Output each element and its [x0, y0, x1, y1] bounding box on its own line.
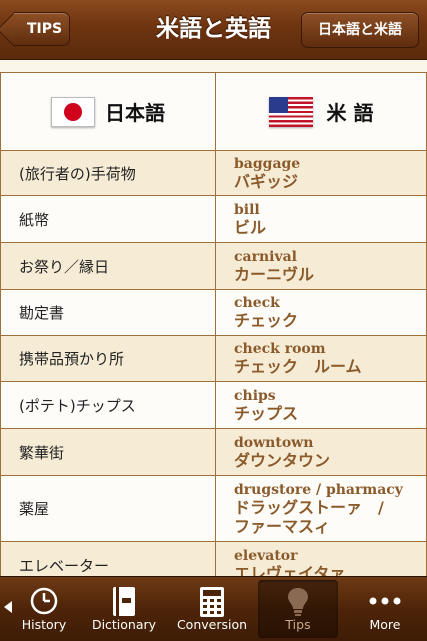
glossary-scroll-view[interactable]: 日本語 米 語 (旅行者の)手荷物 baggage バギッジ 紙幣 bill ビ…: [0, 60, 427, 580]
japanese-term: 紙幣: [0, 195, 216, 243]
back-button[interactable]: TIPS: [14, 12, 70, 46]
japanese-term: エレベーター: [0, 541, 216, 580]
katakana-reading: ビル: [234, 217, 267, 237]
tab-label: Tips: [285, 617, 311, 632]
book-icon: [113, 587, 135, 616]
table-row[interactable]: 勘定書 check チェック: [0, 289, 427, 336]
table-header-row: 日本語 米 語: [0, 72, 427, 151]
english-word: elevator: [234, 548, 298, 564]
tab-label: More: [369, 617, 401, 632]
english-word: drugstore / pharmacy: [234, 481, 403, 498]
header-american-label: 米 語: [326, 101, 374, 125]
american-term-cell: check room チェック ルーム: [215, 335, 427, 382]
american-term-cell: carnival カーニヴル: [215, 242, 427, 290]
english-word: downtown: [234, 434, 314, 451]
tab-conversion[interactable]: Conversion: [172, 580, 252, 638]
japanese-term: (ポテト)チップス: [0, 381, 216, 429]
glossary-table: 日本語 米 語 (旅行者の)手荷物 baggage バギッジ 紙幣 bill ビ…: [0, 72, 427, 580]
american-term-cell: elevator エレヴェイタァ: [215, 541, 427, 580]
usa-flag-icon: [268, 96, 313, 127]
clock-icon: [30, 587, 58, 615]
katakana-reading: バギッジ: [234, 171, 299, 191]
american-term-cell: chips チップス: [215, 381, 427, 429]
tab-tips[interactable]: Tips: [258, 580, 338, 638]
katakana-reading: ドラッグストーァ /: [234, 497, 384, 517]
katakana-reading: カーニヴル: [234, 264, 315, 284]
table-row[interactable]: (旅行者の)手荷物 baggage バギッジ: [0, 150, 427, 196]
english-word: bill: [234, 201, 260, 218]
tab-more[interactable]: More: [345, 580, 425, 638]
tab-label: Dictionary: [91, 617, 157, 632]
katakana-reading: チップス: [234, 403, 299, 423]
japanese-term: (旅行者の)手荷物: [0, 150, 216, 196]
english-word: baggage: [234, 155, 301, 172]
american-term-cell: baggage バギッジ: [215, 150, 427, 196]
calculator-icon: [200, 587, 224, 617]
table-row[interactable]: 携帯品預かり所 check room チェック ルーム: [0, 335, 427, 382]
table-row[interactable]: 繁華街 downtown ダウンタウン: [0, 428, 427, 476]
english-word: check room: [234, 341, 326, 357]
navigation-bar: 米語と英語 TIPS 日本語と米語: [0, 0, 427, 60]
american-term-cell: check チェック: [215, 289, 427, 336]
japanese-term: 薬屋: [0, 475, 216, 542]
tab-bar: History Dictionary Conversion Tips More: [0, 576, 427, 641]
japanese-term: お祭り／縁日: [0, 242, 216, 290]
more-dots-icon: [369, 597, 401, 605]
header-japanese-label: 日本語: [105, 101, 165, 125]
american-term-cell: bill ビル: [215, 195, 427, 243]
american-term-cell: downtown ダウンタウン: [215, 428, 427, 476]
table-row[interactable]: エレベーター elevator エレヴェイタァ: [0, 541, 427, 580]
katakana-reading-line-2: ファーマスィ: [234, 516, 331, 536]
japanese-term: 携帯品預かり所: [0, 335, 216, 382]
japanese-american-button[interactable]: 日本語と米語: [301, 12, 419, 48]
japanese-term: 繁華街: [0, 428, 216, 476]
english-word: chips: [234, 387, 276, 404]
tab-history[interactable]: History: [4, 580, 84, 638]
lightbulb-icon: [288, 588, 308, 616]
table-row[interactable]: (ポテト)チップス chips チップス: [0, 381, 427, 429]
tab-label: History: [21, 617, 67, 632]
header-cell-american: 米 語: [215, 72, 427, 151]
japan-flag-icon: [51, 96, 95, 127]
tab-label: Conversion: [176, 617, 248, 632]
japanese-term: 勘定書: [0, 289, 216, 336]
header-cell-japanese: 日本語: [0, 72, 216, 151]
table-row[interactable]: 薬屋 drugstore / pharmacy ドラッグストーァ / ファーマス…: [0, 475, 427, 542]
katakana-reading: ダウンタウン: [234, 450, 331, 470]
english-word: check: [234, 295, 280, 311]
table-row[interactable]: お祭り／縁日 carnival カーニヴル: [0, 242, 427, 290]
american-term-cell: drugstore / pharmacy ドラッグストーァ / ファーマスィ: [215, 475, 427, 542]
katakana-reading: チェック ルーム: [234, 357, 362, 376]
table-row[interactable]: 紙幣 bill ビル: [0, 195, 427, 243]
katakana-reading: チェック: [234, 311, 299, 330]
tab-dictionary[interactable]: Dictionary: [84, 580, 164, 638]
english-word: carnival: [234, 248, 297, 265]
